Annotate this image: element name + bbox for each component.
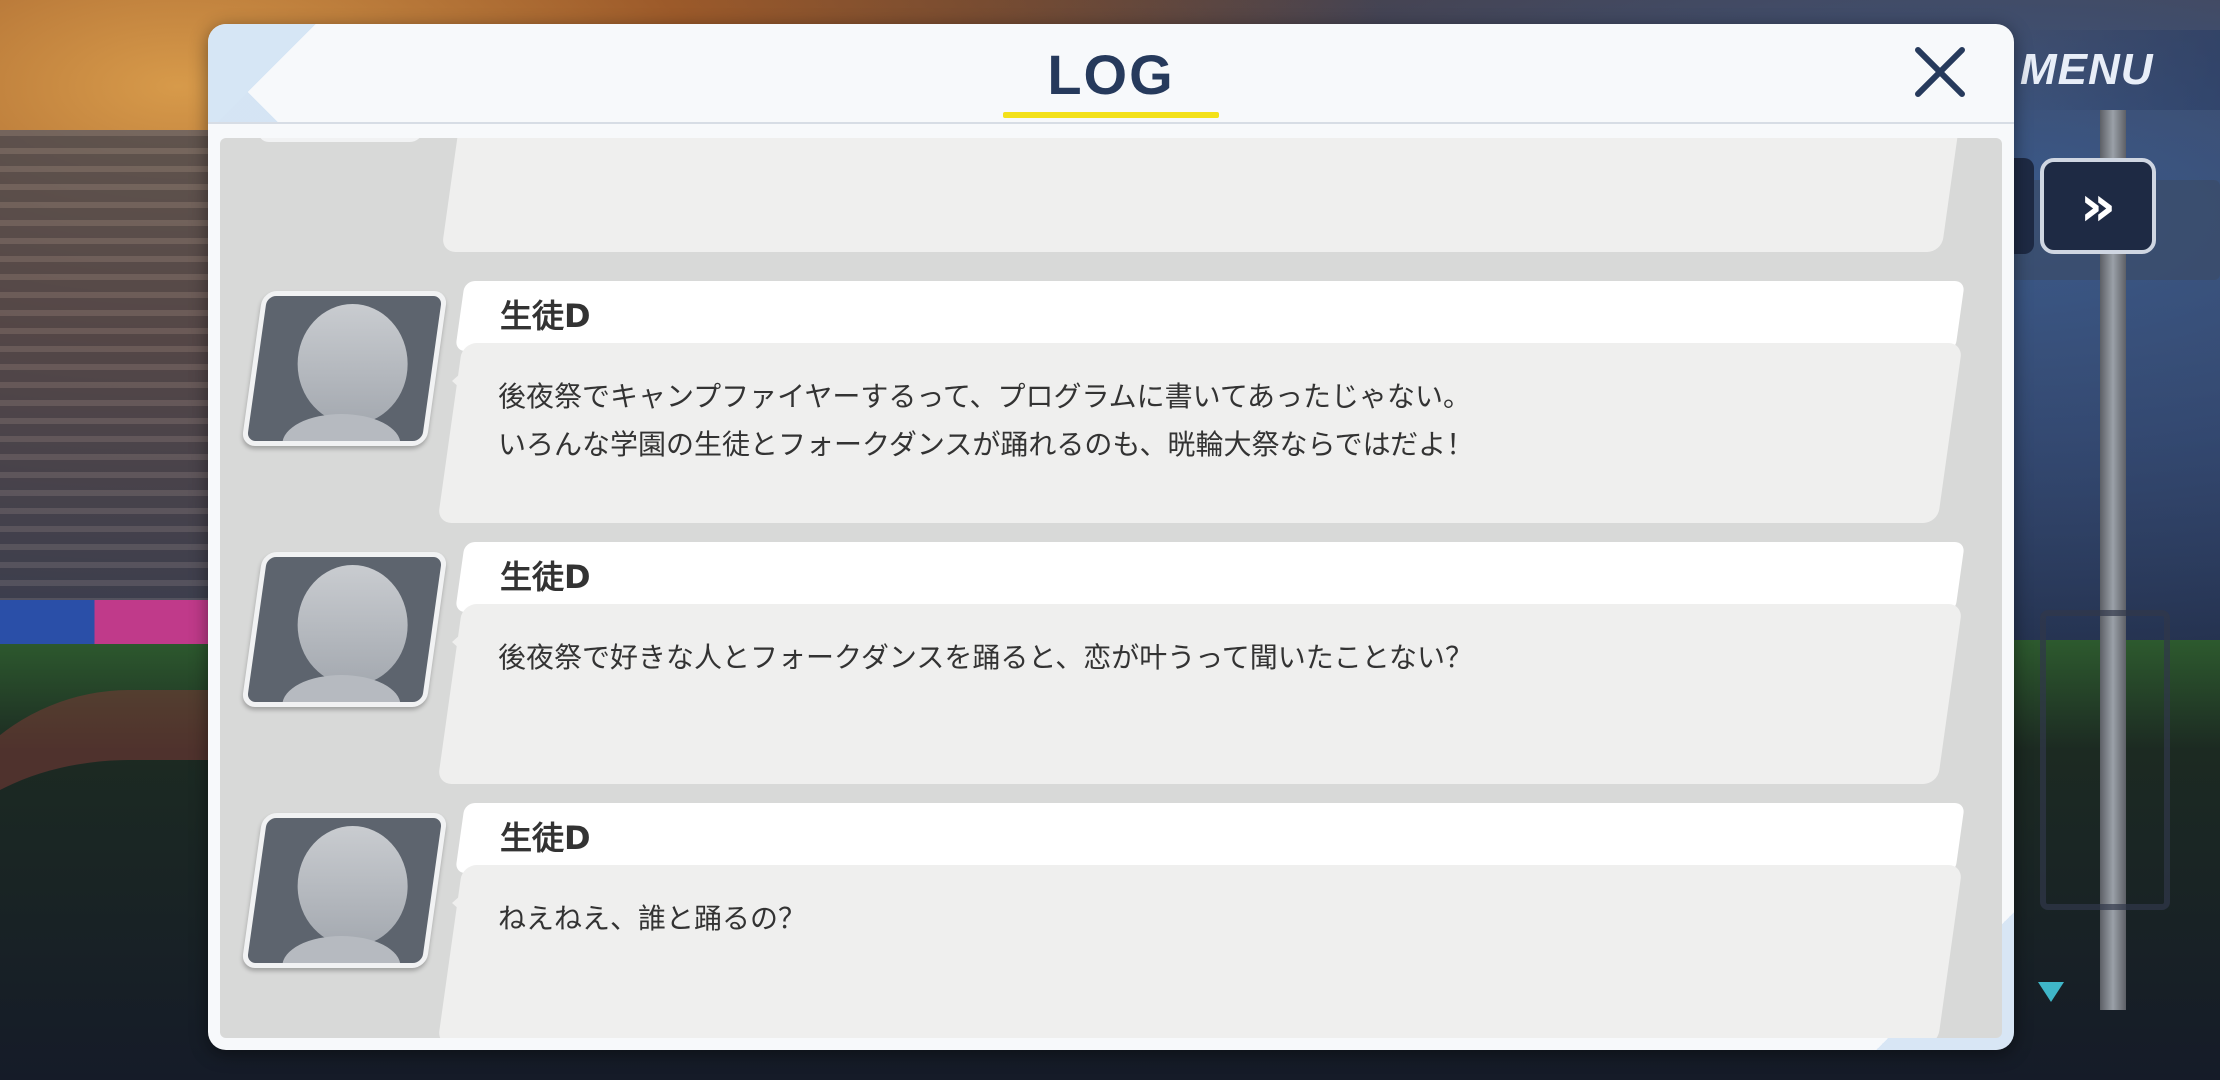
log-dialog: LOG 生徒D 後夜祭でキャンプファイヤーするって、プログラムに書いてあったじゃ… (208, 24, 2014, 1050)
placeholder-avatar-icon (241, 552, 448, 707)
message-bubble (441, 138, 1959, 252)
speaker-name: 生徒D (500, 819, 591, 857)
message-bubble (437, 865, 1963, 1038)
dialog-header: LOG (208, 24, 2014, 124)
message-text: 後夜祭でキャンプファイヤーするって、プログラムに書いてあったじゃない。 いろんな… (498, 380, 1475, 461)
bubble-tail (452, 626, 470, 658)
list-item: 生徒D 後夜祭で好きな人とフォークダンスを踊ると、恋が叶うって聞いたことない？ (220, 542, 2002, 798)
skip-button[interactable]: » (2040, 158, 2156, 254)
title-underline (1003, 112, 1219, 118)
close-button[interactable] (1908, 40, 1972, 104)
dialog-title: LOG (1047, 43, 1175, 106)
log-list[interactable]: 生徒D 後夜祭でキャンプファイヤーするって、プログラムに書いてあったじゃない。 … (220, 138, 2002, 1038)
speaker-name-plate (455, 542, 1965, 612)
menu-button[interactable]: MENU (2010, 30, 2220, 110)
speaker-name: 生徒D (500, 297, 591, 335)
triangle-down-icon[interactable] (2036, 980, 2066, 1004)
speaker-name: 生徒D (500, 558, 591, 596)
message-text: 後夜祭で好きな人とフォークダンスを踊ると、恋が叶うって聞いたことない？ (498, 641, 1473, 674)
placeholder-avatar-icon (241, 291, 448, 446)
stadium-stands (0, 130, 215, 650)
menu-label: MENU (2020, 45, 2154, 94)
list-item: 生徒D ねえねえ、誰と踊るの？ (220, 803, 2002, 1038)
stadium-banner (0, 600, 210, 644)
message-bubble (437, 604, 1963, 784)
speaker-name-plate (455, 281, 1965, 351)
list-item: 生徒D 後夜祭でキャンプファイヤーするって、プログラムに書いてあったじゃない。 … (220, 281, 2002, 537)
message-text: ねえねえ、誰と踊るの？ (498, 902, 807, 935)
bubble-tail (452, 887, 470, 919)
list-item-partial (220, 138, 2002, 258)
placeholder-avatar-icon (241, 813, 448, 968)
placeholder-avatar-icon (256, 138, 429, 142)
speaker-name-plate (455, 803, 1965, 873)
close-icon (1915, 47, 1965, 97)
folding-chair (2040, 610, 2170, 910)
bubble-tail (452, 365, 470, 397)
fast-forward-icon: » (2079, 173, 2116, 239)
